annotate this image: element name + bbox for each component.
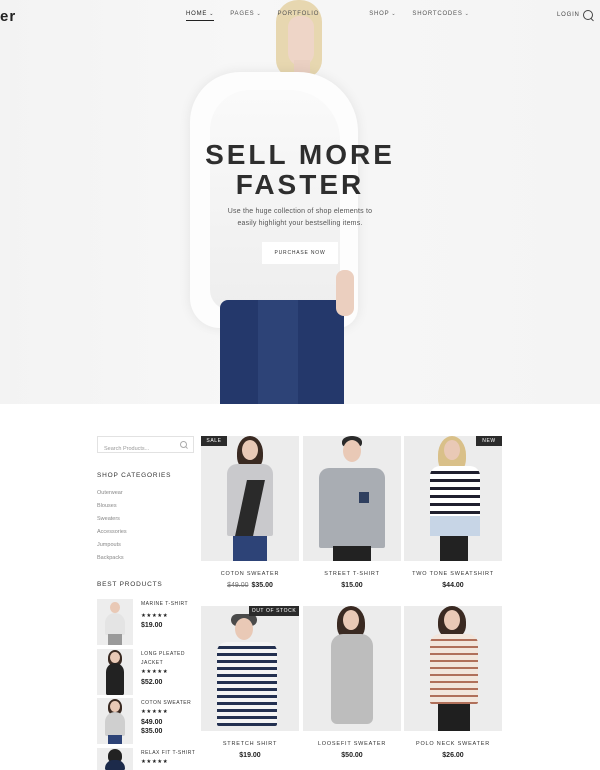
product-image[interactable]: [201, 606, 299, 731]
category-link[interactable]: Outerwear: [97, 490, 123, 496]
search-icon[interactable]: [583, 10, 593, 20]
product-price: $50.00: [341, 752, 363, 759]
category-link[interactable]: Jumpouts: [97, 542, 121, 548]
category-link[interactable]: Sweaters: [97, 516, 120, 522]
product-thumbnail[interactable]: [97, 649, 133, 695]
nav-home[interactable]: HOME ⌄: [186, 11, 215, 21]
category-link[interactable]: Blouses: [97, 503, 117, 509]
star-rating: ★★★★★: [141, 669, 169, 675]
best-product-item[interactable]: LONG PLEATED JACKET ★★★★★ $52.00: [97, 649, 197, 695]
best-product-sale-price: $35.00: [141, 728, 163, 735]
search-icon[interactable]: [180, 441, 187, 448]
hero-model-image: [186, 0, 372, 404]
product-thumbnail[interactable]: [97, 599, 133, 645]
search-input[interactable]: [98, 441, 174, 457]
nav-portfolio[interactable]: PORTFOLIO: [277, 11, 319, 21]
best-product-item[interactable]: MARINE T-SHIRT ★★★★★ $19.00: [97, 599, 197, 645]
product-name[interactable]: TWO TONE SWEATSHIRT: [404, 571, 502, 577]
chevron-down-icon: ⌄: [391, 11, 397, 17]
nav-blog[interactable]: [335, 11, 353, 21]
purchase-now-button[interactable]: PURCHASE NOW: [262, 242, 338, 264]
login-link[interactable]: LOGIN: [557, 12, 580, 18]
hero-subtitle-line1: Use the huge collection of shop elements…: [227, 208, 373, 215]
product-price: $19.00: [239, 752, 261, 759]
star-rating: ★★★★★: [141, 613, 169, 619]
star-rating: ★★★★★: [141, 759, 169, 765]
product-thumbnail[interactable]: [97, 698, 133, 744]
product-name[interactable]: STRETCH SHIRT: [201, 741, 299, 747]
chevron-down-icon: ⌄: [209, 11, 215, 17]
sale-badge: SALE: [201, 436, 227, 446]
old-price: $49.00: [227, 582, 249, 589]
hero-title-line1: SELL MORE: [205, 139, 395, 170]
best-product-name[interactable]: COTON SWEATER: [141, 699, 197, 708]
best-product-item[interactable]: RELAX FIT T-SHIRT ★★★★★: [97, 748, 197, 770]
hero-subtitle-line2: easily highlight your bestselling items.: [237, 220, 363, 227]
hero-title-line2: FASTER: [235, 169, 365, 200]
product-name[interactable]: COTON SWEATER: [201, 571, 299, 577]
product-image[interactable]: [404, 436, 502, 561]
best-product-price: $49.00: [141, 719, 163, 726]
product-image[interactable]: [404, 606, 502, 731]
product-search: [97, 436, 194, 457]
best-product-price: $19.00: [141, 622, 163, 629]
site-logo[interactable]: er: [0, 8, 16, 25]
category-link[interactable]: Backpacks: [97, 555, 124, 561]
product-thumbnail[interactable]: [97, 748, 133, 770]
product-price: $26.00: [442, 752, 464, 759]
chevron-down-icon: ⌄: [256, 11, 262, 17]
main-nav: HOME ⌄ PAGES ⌄ PORTFOLIO SHOP ⌄ SHORTCODES ⌄: [186, 11, 486, 21]
nav-shop[interactable]: SHOP ⌄: [369, 11, 396, 21]
out-of-stock-badge: OUT OF STOCK: [249, 606, 299, 616]
best-product-item[interactable]: COTON SWEATER ★★★★★ $49.00 $35.00: [97, 698, 197, 744]
best-product-name[interactable]: MARINE T-SHIRT: [141, 600, 197, 609]
product-name[interactable]: STREET T-SHIRT: [303, 571, 401, 577]
product-name[interactable]: LOOSEFIT SWEATER: [303, 741, 401, 747]
product-price: $44.00: [442, 582, 464, 589]
nav-shortcodes[interactable]: SHORTCODES ⌄: [412, 11, 469, 21]
best-product-price: $52.00: [141, 679, 163, 686]
product-image[interactable]: [303, 606, 401, 731]
hero-banner: er HOME ⌄ PAGES ⌄ PORTFOLIO SHOP ⌄ SHORTCOD…: [0, 0, 600, 404]
new-badge: NEW: [476, 436, 502, 446]
nav-pages[interactable]: PAGES ⌄: [230, 11, 261, 21]
best-product-name[interactable]: RELAX FIT T-SHIRT: [141, 749, 197, 758]
product-image[interactable]: [201, 436, 299, 561]
star-rating: ★★★★★: [141, 709, 169, 715]
shop-categories-heading: SHOP CATEGORIES: [97, 472, 172, 479]
current-price: $35.00: [251, 582, 273, 589]
best-products-heading: BEST PRODUCTS: [97, 581, 163, 588]
product-price: $15.00: [341, 582, 363, 589]
category-link[interactable]: Accessories: [97, 529, 127, 535]
product-price: $49.00 $35.00: [201, 582, 299, 589]
best-product-name[interactable]: LONG PLEATED JACKET: [141, 650, 197, 668]
product-name[interactable]: POLO NECK SWEATER: [404, 741, 502, 747]
product-image[interactable]: [303, 436, 401, 561]
chevron-down-icon: ⌄: [464, 11, 470, 17]
